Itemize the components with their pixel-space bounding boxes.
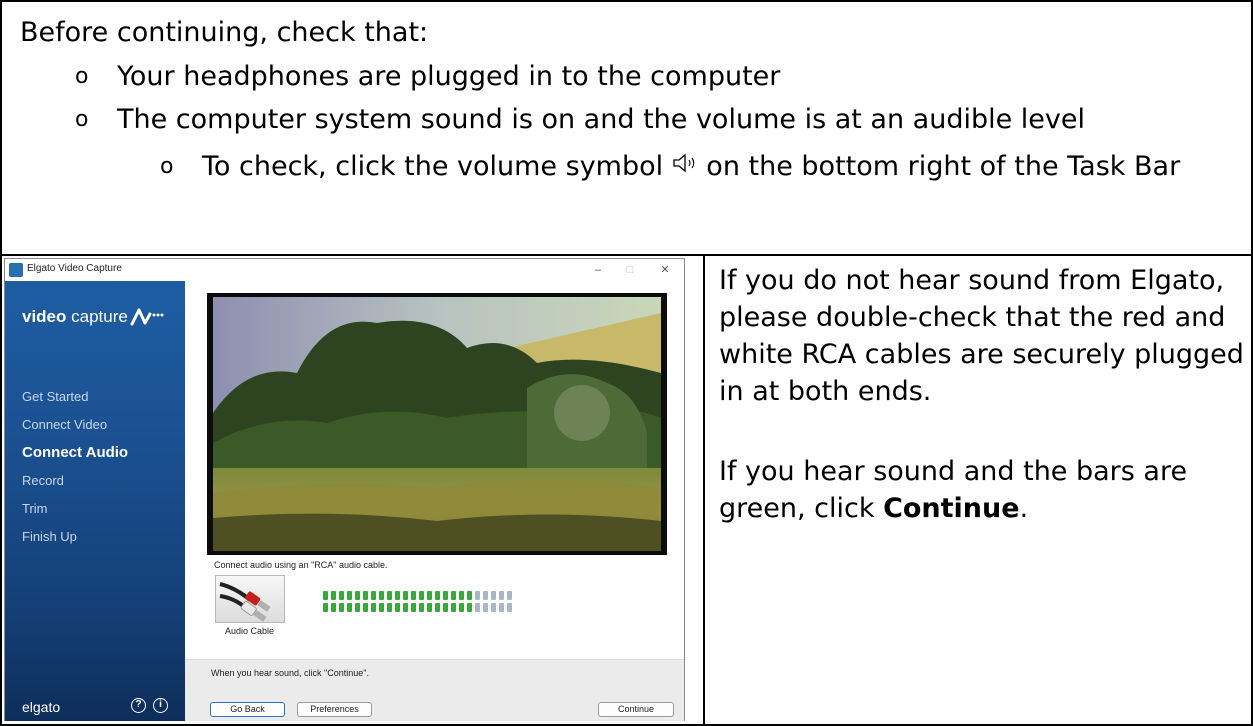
meter-segment-active (403, 603, 408, 612)
help-icon[interactable]: ? (131, 698, 146, 713)
no-sound-paragraph: If you do not hear sound from Elgato, pl… (719, 265, 1244, 407)
meter-segment-active (419, 603, 424, 612)
go-back-button[interactable]: Go Back (210, 702, 285, 717)
continue-text-after: . (1019, 493, 1029, 524)
logo-rest: capture (66, 307, 128, 326)
rca-cable-icon (219, 582, 271, 622)
meter-segment-active (347, 603, 352, 612)
info-icon[interactable]: i (153, 698, 168, 713)
meter-segment-active (467, 603, 472, 612)
app-icon (9, 263, 23, 277)
maximize-button[interactable]: □ (615, 261, 645, 279)
meter-row-left (323, 587, 515, 600)
checklist-cell: Before continuing, check that: o Your he… (2, 2, 1251, 256)
checklist-intro: Before continuing, check that: (20, 17, 429, 48)
bullet-marker: o (160, 154, 174, 179)
volume-hint-after: on the bottom right of the Task Bar (697, 151, 1181, 182)
instructions-cell: If you do not hear sound from Elgato, pl… (705, 256, 1251, 726)
close-button[interactable]: ✕ (650, 261, 680, 279)
meter-segment-inactive (483, 603, 488, 612)
bullet-marker: o (75, 107, 89, 132)
footer-message: When you hear sound, click "Continue". (211, 668, 369, 678)
meter-segment-active (387, 603, 392, 612)
meter-segment-inactive (499, 603, 504, 612)
meter-segment-active (451, 603, 456, 612)
meter-segment-active (331, 603, 336, 612)
meter-segment-inactive (491, 603, 496, 612)
audio-cable-tile[interactable] (215, 575, 285, 623)
meter-segment-active (395, 603, 400, 612)
screenshot-cell: Elgato Video Capture – □ ✕ video capture… (2, 256, 705, 726)
meter-segment-active (443, 603, 448, 612)
video-frame (207, 293, 667, 555)
app-logo: video capture (22, 307, 166, 327)
volume-icon (673, 153, 695, 173)
minimize-button[interactable]: – (583, 261, 613, 279)
meter-segment-active (459, 603, 464, 612)
app-footer: When you hear sound, click "Continue". G… (185, 659, 684, 721)
meter-segment-active (427, 603, 432, 612)
elgato-wave-icon (130, 308, 164, 326)
elgato-window: Elgato Video Capture – □ ✕ video capture… (4, 258, 685, 721)
continue-text-bold: Continue (883, 493, 1020, 524)
window-title: Elgato Video Capture (27, 263, 122, 274)
bullet-text: To check, click the volume symbol on the… (202, 150, 1222, 184)
meter-segment-inactive (507, 603, 512, 612)
audio-cable-label: Audio Cable (225, 626, 275, 636)
nav-connect-video[interactable]: Connect Video (22, 417, 107, 432)
meter-segment-active (323, 603, 328, 612)
window-titlebar[interactable]: Elgato Video Capture – □ ✕ (5, 259, 684, 281)
logo-bold: video (22, 307, 67, 326)
app-sidebar: video capture Get Started Connect Video … (5, 281, 185, 721)
bullet-text: The computer system sound is on and the … (117, 104, 1086, 135)
nav-get-started[interactable]: Get Started (22, 389, 88, 404)
meter-segment-active (363, 603, 368, 612)
nav-finish-up[interactable]: Finish Up (22, 529, 77, 544)
meter-segment-active (379, 603, 384, 612)
meter-segment-active (435, 603, 440, 612)
video-preview (207, 293, 667, 555)
bullet-marker: o (75, 64, 89, 89)
meter-segment-inactive (475, 603, 480, 612)
bullet-text: Your headphones are plugged in to the co… (117, 61, 781, 92)
meter-segment-active (355, 603, 360, 612)
app-content: Connect audio using an "RCA" audio cable… (185, 281, 684, 721)
volume-hint-before: To check, click the volume symbol (202, 151, 672, 182)
meter-segment-active (371, 603, 376, 612)
meter-row-right (323, 599, 515, 612)
continue-button[interactable]: Continue (598, 702, 674, 717)
nav-record[interactable]: Record (22, 473, 64, 488)
meter-segment-active (411, 603, 416, 612)
preferences-button[interactable]: Preferences (297, 702, 372, 717)
meter-segment-active (339, 603, 344, 612)
nav-connect-audio[interactable]: Connect Audio (22, 444, 128, 461)
nav-trim[interactable]: Trim (22, 501, 48, 516)
brand-label: elgato (22, 699, 61, 715)
continue-paragraph: If you hear sound and the bars are green… (719, 453, 1244, 527)
audio-level-meter (323, 587, 515, 612)
audio-instruction: Connect audio using an "RCA" audio cable… (214, 560, 388, 570)
document-table: Before continuing, check that: o Your he… (0, 0, 1253, 726)
